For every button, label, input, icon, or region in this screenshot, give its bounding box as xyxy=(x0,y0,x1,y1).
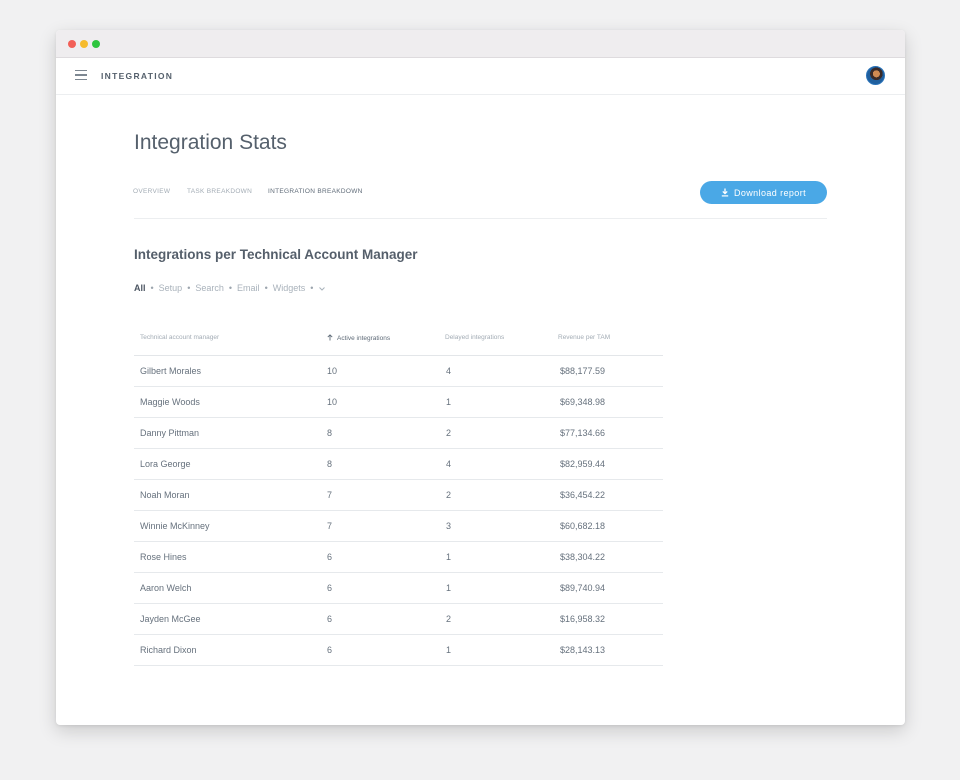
table-row[interactable]: Jayden McGee 6 2 $16,958.32 xyxy=(134,604,663,635)
table-row[interactable]: Gilbert Morales 10 4 $88,177.59 xyxy=(134,356,663,387)
window-titlebar xyxy=(56,30,905,58)
manager-name-cell: Richard Dixon xyxy=(140,645,197,655)
table-body: Gilbert Morales 10 4 $88,177.59 Maggie Woods… xyxy=(134,356,663,666)
chevron-down-icon[interactable] xyxy=(318,284,326,294)
revenue-cell: $60,682.18 xyxy=(560,521,606,531)
active-integrations-cell: 10 xyxy=(327,366,338,376)
manager-name-cell: Gilbert Morales xyxy=(140,366,202,376)
close-window-button[interactable] xyxy=(68,40,76,48)
filter-separator: • xyxy=(150,283,154,293)
revenue-cell: $28,143.13 xyxy=(560,645,606,655)
user-avatar[interactable] xyxy=(866,66,885,85)
filter-separator: • xyxy=(228,283,233,293)
manager-name-cell: Aaron Welch xyxy=(140,583,192,593)
filter-separator: • xyxy=(187,283,191,293)
table-row[interactable]: Richard Dixon 6 1 $28,143.13 xyxy=(134,635,663,666)
app-header: INTEGRATION xyxy=(56,58,905,95)
delayed-integrations-cell: 2 xyxy=(446,428,452,438)
active-integrations-cell: 8 xyxy=(327,428,333,438)
app-title: INTEGRATION xyxy=(101,71,174,81)
active-integrations-cell: 7 xyxy=(327,490,333,500)
revenue-cell: $69,348.98 xyxy=(560,397,606,407)
revenue-cell: $36,454.22 xyxy=(560,490,606,500)
tab-task-breakdown[interactable]: TASK BREAKDOWN xyxy=(187,188,252,195)
active-integrations-cell: 6 xyxy=(327,614,333,624)
filter-widgets[interactable]: Widgets xyxy=(273,283,306,293)
delayed-integrations-cell: 1 xyxy=(446,397,452,407)
filter-bar: All • Setup • Search • Email • Widgets • xyxy=(134,283,326,294)
active-integrations-cell: 10 xyxy=(327,397,338,407)
column-header-delayed-integrations[interactable]: Delayed integrations xyxy=(445,334,504,341)
delayed-integrations-cell: 1 xyxy=(446,645,452,655)
manager-name-cell: Lora George xyxy=(140,459,191,469)
delayed-integrations-cell: 4 xyxy=(446,366,452,376)
revenue-cell: $89,740.94 xyxy=(560,583,606,593)
page-title: Integration Stats xyxy=(134,131,287,154)
manager-name-cell: Maggie Woods xyxy=(140,397,200,407)
delayed-integrations-cell: 1 xyxy=(446,552,452,562)
tab-overview[interactable]: OVERVIEW xyxy=(133,188,170,195)
active-integrations-cell: 6 xyxy=(327,583,333,593)
table-row[interactable]: Winnie McKinney 7 3 $60,682.18 xyxy=(134,511,663,542)
revenue-cell: $77,134.66 xyxy=(560,428,606,438)
column-header-label: Active integrations xyxy=(337,335,391,342)
delayed-integrations-cell: 2 xyxy=(446,490,452,500)
filter-email[interactable]: Email xyxy=(237,283,260,293)
header-divider xyxy=(134,218,827,219)
active-integrations-cell: 6 xyxy=(327,645,333,655)
table-header: Technical account manager Active integra… xyxy=(134,326,663,356)
column-header-manager[interactable]: Technical account manager xyxy=(140,334,219,341)
table-row[interactable]: Danny Pittman 8 2 $77,134.66 xyxy=(134,418,663,449)
table-row[interactable]: Rose Hines 6 1 $38,304.22 xyxy=(134,542,663,573)
section-title: Integrations per Technical Account Manag… xyxy=(134,247,418,262)
filter-separator: • xyxy=(264,283,268,293)
active-integrations-cell: 8 xyxy=(327,459,333,469)
table-row[interactable]: Aaron Welch 6 1 $89,740.94 xyxy=(134,573,663,604)
manager-name-cell: Jayden McGee xyxy=(140,614,201,624)
active-integrations-cell: 7 xyxy=(327,521,333,531)
filter-search[interactable]: Search xyxy=(195,283,224,293)
filter-setup[interactable]: Setup xyxy=(159,283,183,293)
manager-name-cell: Winnie McKinney xyxy=(140,521,210,531)
manager-name-cell: Rose Hines xyxy=(140,552,187,562)
tab-integration-breakdown[interactable]: INTEGRATION BREAKDOWN xyxy=(268,188,363,195)
active-integrations-cell: 6 xyxy=(327,552,333,562)
table-row[interactable]: Lora George 8 4 $82,959.44 xyxy=(134,449,663,480)
browser-window: INTEGRATION Integration Stats OVERVIEW T… xyxy=(56,30,905,725)
revenue-cell: $82,959.44 xyxy=(560,459,606,469)
column-header-revenue[interactable]: Revenue per TAM xyxy=(558,334,610,341)
arrow-up-icon xyxy=(327,334,333,341)
filter-separator: • xyxy=(310,283,314,293)
revenue-cell: $38,304.22 xyxy=(560,552,606,562)
revenue-cell: $88,177.59 xyxy=(560,366,606,376)
table-row[interactable]: Maggie Woods 10 1 $69,348.98 xyxy=(134,387,663,418)
minimize-window-button[interactable] xyxy=(80,40,88,48)
maximize-window-button[interactable] xyxy=(92,40,100,48)
delayed-integrations-cell: 4 xyxy=(446,459,452,469)
download-button-label: Download report xyxy=(733,187,807,198)
revenue-cell: $16,958.32 xyxy=(560,614,606,624)
delayed-integrations-cell: 2 xyxy=(446,614,452,624)
menu-icon[interactable] xyxy=(75,70,87,80)
table-row[interactable]: Noah Moran 7 2 $36,454.22 xyxy=(134,480,663,511)
manager-name-cell: Noah Moran xyxy=(140,490,190,500)
manager-name-cell: Danny Pittman xyxy=(140,428,200,438)
filter-all[interactable]: All xyxy=(134,283,146,293)
delayed-integrations-cell: 3 xyxy=(446,521,452,531)
download-icon xyxy=(721,188,729,197)
tam-table: Technical account manager Active integra… xyxy=(134,326,663,666)
download-report-button[interactable]: Download report xyxy=(700,181,827,204)
column-header-active-integrations[interactable]: Active integrations xyxy=(327,334,390,342)
delayed-integrations-cell: 1 xyxy=(446,583,452,593)
